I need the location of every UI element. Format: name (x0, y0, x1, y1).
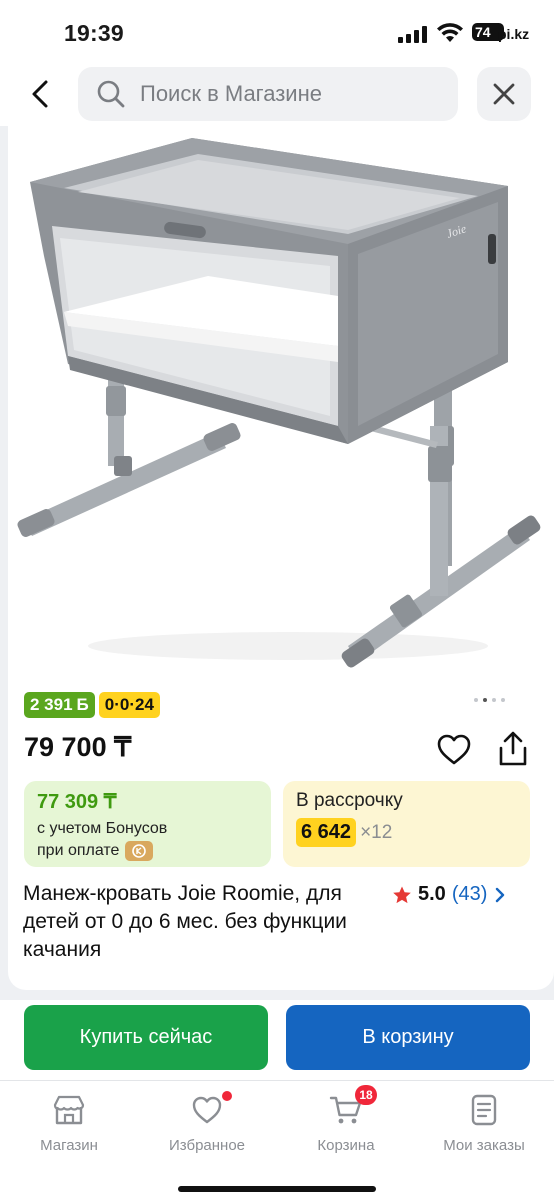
heart-icon[interactable] (436, 732, 472, 768)
home-indicator (178, 1186, 376, 1192)
bonus-payment-text: при оплате (37, 842, 120, 859)
rating-score: 5.0 (418, 883, 446, 905)
installment-badge: 0·0·24 (98, 692, 160, 718)
pagination-dot (474, 698, 478, 702)
search-box[interactable] (78, 67, 458, 121)
close-button[interactable] (477, 67, 531, 121)
nav-item-cart[interactable]: 18 Корзина (286, 1085, 406, 1157)
favorites-notification-dot (222, 1091, 232, 1101)
search-icon (97, 80, 125, 108)
chevron-left-icon (32, 80, 48, 108)
review-count[interactable]: (43) (452, 883, 488, 906)
wifi-icon (437, 23, 463, 42)
store-icon (53, 1095, 85, 1125)
buy-now-button[interactable]: Купить сейчас (24, 1005, 268, 1070)
nav-label-favorites: Избранное (168, 1137, 246, 1154)
product-page: 19:39 74 pi.kz Поиск в Магазине Joie 2 3… (0, 0, 554, 1200)
pagination-dot (501, 698, 505, 702)
cart-count-badge: 18 (355, 1085, 377, 1105)
bonus-price-box[interactable]: 77 309 ₸ с учетом Бонусов при оплате (24, 781, 271, 867)
bonus-badge: 2 391 Б (24, 692, 95, 718)
bonus-badge-currency: Б (76, 695, 89, 714)
watermark-text: pi.kz (498, 26, 530, 42)
installment-row: 6 642 ×12 (296, 818, 517, 847)
pagination-dot (492, 698, 496, 702)
star-icon (393, 886, 411, 903)
share-icon[interactable] (496, 730, 530, 768)
search-input[interactable] (140, 81, 440, 107)
payment-logo-icon (125, 841, 154, 861)
pagination-dot-active (483, 698, 487, 702)
chevron-right-icon (496, 887, 505, 902)
product-price: 79 700 ₸ (24, 732, 132, 762)
installment-box[interactable]: В рассрочку 6 642 ×12 (283, 781, 530, 867)
image-pagination (474, 698, 505, 702)
nav-label-orders: Мои заказы (443, 1137, 525, 1154)
installment-title: В рассрочку (296, 790, 403, 811)
nav-item-favorites[interactable]: Избранное (147, 1091, 267, 1157)
search-header (0, 62, 554, 126)
favorites-icon-wrap (190, 1091, 232, 1127)
installment-months: ×12 (360, 821, 393, 843)
rating[interactable]: 5.0 (43) (392, 883, 507, 906)
bottom-nav: Магазин Избранное 18 Корзина Мои заказы (0, 1080, 554, 1200)
cart-icon-wrap: 18 (329, 1085, 377, 1127)
nav-item-store[interactable]: Магазин (9, 1093, 129, 1157)
nav-item-orders[interactable]: Мои заказы (424, 1093, 544, 1157)
product-card: Joie 2 391 Б 0·0·24 79 700 ₸ 77 309 ₸ с … (8, 126, 554, 990)
product-badges: 2 391 Б 0·0·24 (24, 692, 160, 718)
close-icon (493, 83, 515, 105)
status-time: 19:39 (64, 20, 124, 46)
nav-label-cart: Корзина (317, 1137, 375, 1154)
bonus-price: 77 309 ₸ (37, 791, 117, 813)
heart-icon (192, 1096, 222, 1124)
add-to-cart-button[interactable]: В корзину (286, 1005, 530, 1070)
product-title: Манеж-кровать Joie Roomie, для детей от … (23, 882, 347, 961)
nav-label-store: Магазин (40, 1137, 98, 1154)
back-button[interactable] (20, 74, 60, 114)
orders-icon (471, 1094, 497, 1126)
installment-monthly: 6 642 (296, 818, 357, 847)
bonus-note: с учетом Бонусов (37, 820, 168, 837)
bonus-payment-note: при оплате (37, 839, 258, 863)
product-image[interactable]: Joie (8, 126, 554, 682)
status-bar: 19:39 74 pi.kz (0, 0, 554, 62)
action-bar: Купить сейчас В корзину (0, 1000, 554, 1080)
signal-icon (398, 26, 427, 43)
installment-badge-value: 0·0·24 (104, 695, 154, 714)
bonus-badge-value: 2 391 (30, 695, 73, 714)
